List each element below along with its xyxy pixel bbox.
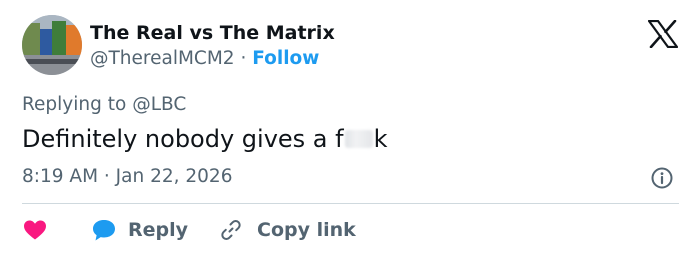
heart-icon [24, 220, 46, 240]
author-handle[interactable]: @TherealMCM2 [90, 48, 235, 69]
tweet-text-before: Definitely nobody gives a f [22, 125, 344, 153]
action-bar: Reply Copy link [22, 216, 356, 244]
replying-to-prefix: Replying to [22, 94, 127, 115]
x-logo-icon[interactable] [647, 19, 679, 49]
author-handle-row: @TherealMCM2 · Follow [90, 47, 319, 71]
tweet-timestamp[interactable]: 8:19 AM · Jan 22, 2026 [22, 165, 232, 189]
avatar[interactable] [22, 15, 82, 75]
reply-label: Reply [128, 219, 189, 241]
avatar-image [22, 15, 82, 75]
link-icon [221, 220, 241, 240]
speech-bubble-icon [93, 220, 115, 241]
follow-button[interactable]: Follow [252, 48, 319, 69]
author-display-name[interactable]: The Real vs The Matrix [90, 21, 335, 45]
separator-dot: · [240, 48, 247, 69]
reply-button[interactable]: Reply [91, 218, 188, 242]
tweet-text-after: k [373, 125, 388, 153]
info-icon[interactable] [650, 166, 674, 190]
censor-blur [344, 130, 373, 148]
like-button[interactable] [22, 218, 48, 242]
tweet-text: Definitely nobody gives a f k [22, 124, 388, 154]
replying-to-mention[interactable]: @LBC [132, 94, 186, 115]
copy-link-label: Copy link [257, 219, 356, 241]
copy-link-button[interactable]: Copy link [219, 218, 356, 242]
replying-to: Replying to @LBC [22, 93, 186, 117]
divider [22, 203, 679, 204]
